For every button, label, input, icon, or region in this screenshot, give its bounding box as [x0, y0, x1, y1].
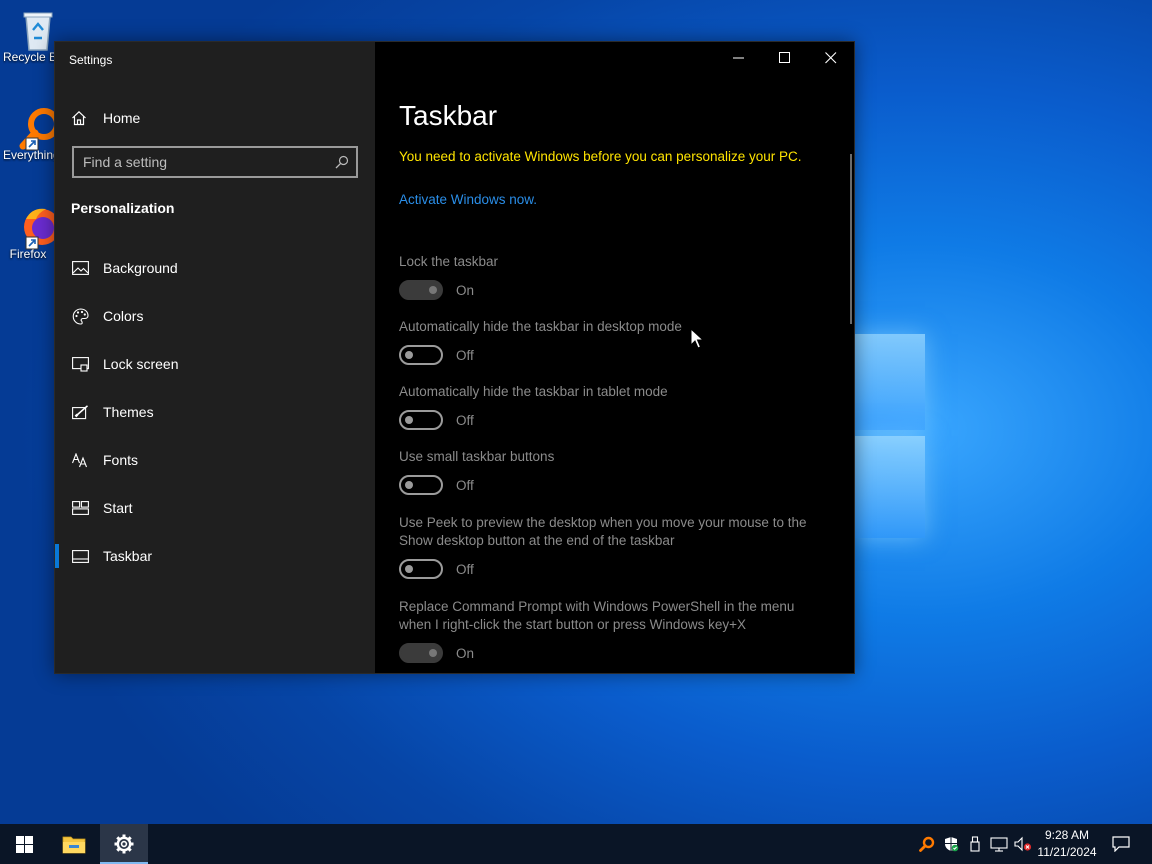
- toggle-state: Off: [456, 412, 474, 428]
- autohide-desktop-toggle[interactable]: [399, 345, 443, 365]
- sidebar-item-taskbar[interactable]: Taskbar: [55, 536, 375, 576]
- sidebar-item-label: Colors: [103, 308, 144, 324]
- network-icon: [990, 837, 1008, 852]
- recycle-bin-icon: [18, 8, 58, 51]
- setting-powershell: Replace Command Prompt with Windows Powe…: [399, 598, 829, 663]
- sidebar-item-background[interactable]: Background: [55, 248, 375, 288]
- settings-content: Taskbar You need to activate Windows bef…: [375, 42, 854, 673]
- taskbar-icon: [71, 549, 89, 563]
- sidebar-item-label: Background: [103, 260, 178, 276]
- sidebar-item-lock-screen[interactable]: Lock screen: [55, 344, 375, 384]
- firefox-icon: [18, 205, 60, 250]
- setting-label: Use small taskbar buttons: [399, 449, 555, 464]
- lock-taskbar-toggle[interactable]: [399, 280, 443, 300]
- setting-small-buttons: Use small taskbar buttons Off: [399, 448, 829, 495]
- content-scrollbar[interactable]: [850, 154, 852, 324]
- window-title: Settings: [69, 53, 113, 67]
- window-controls: [716, 42, 854, 74]
- activation-warning: You need to activate Windows before you …: [399, 149, 802, 164]
- setting-autohide-desktop: Automatically hide the taskbar in deskto…: [399, 318, 829, 365]
- sidebar-item-fonts[interactable]: Fonts: [55, 440, 375, 480]
- everything-search-icon: [919, 836, 935, 852]
- clock-date: 11/21/2024: [1037, 845, 1097, 859]
- sidebar-item-start[interactable]: Start: [55, 488, 375, 528]
- setting-label: Automatically hide the taskbar in deskto…: [399, 319, 682, 334]
- activate-windows-link[interactable]: Activate Windows now.: [399, 192, 537, 207]
- everything-search-icon: [18, 106, 60, 151]
- search-box[interactable]: [72, 146, 358, 178]
- settings-window: Settings Home Personalization Background: [54, 41, 855, 674]
- picture-icon: [71, 261, 89, 275]
- usb-drive-icon: [970, 836, 980, 852]
- lock-screen-icon: [71, 356, 89, 372]
- autohide-tablet-toggle[interactable]: [399, 410, 443, 430]
- taskbar-settings[interactable]: [100, 824, 148, 864]
- page-title: Taskbar: [399, 100, 498, 131]
- folder-icon: [62, 836, 86, 854]
- nav-home-label: Home: [103, 110, 141, 126]
- setting-label: Replace Command Prompt with Windows Powe…: [399, 599, 795, 632]
- taskbar-file-explorer[interactable]: [50, 824, 98, 864]
- tray-usb[interactable]: [964, 824, 986, 864]
- powershell-toggle[interactable]: [399, 643, 443, 663]
- minimize-icon: [733, 57, 744, 59]
- setting-lock-taskbar: Lock the taskbar On: [399, 253, 829, 300]
- close-icon: [825, 52, 837, 64]
- section-title: Personalization: [71, 200, 175, 216]
- toggle-state: On: [456, 282, 475, 298]
- wallpaper-windows-logo: [855, 324, 927, 540]
- toggle-state: On: [456, 645, 475, 661]
- tray-everything[interactable]: [916, 824, 938, 864]
- taskbar: 9:28 AM 11/21/2024: [0, 824, 1152, 864]
- setting-label: Automatically hide the taskbar in tablet…: [399, 384, 668, 399]
- gear-icon: [114, 834, 134, 854]
- tray-network[interactable]: [988, 824, 1010, 864]
- sidebar-item-label: Lock screen: [103, 356, 179, 372]
- sidebar-item-label: Start: [103, 500, 133, 516]
- tray-security[interactable]: [940, 824, 962, 864]
- palette-icon: [71, 307, 89, 325]
- toggle-state: Off: [456, 561, 474, 577]
- peek-toggle[interactable]: [399, 559, 443, 579]
- minimize-button[interactable]: [716, 42, 762, 74]
- close-button[interactable]: [808, 42, 854, 74]
- desktop-icon-label: Recycle Bin: [3, 50, 55, 64]
- setting-peek: Use Peek to preview the desktop when you…: [399, 514, 829, 579]
- small-buttons-toggle[interactable]: [399, 475, 443, 495]
- windows-start-icon: [15, 835, 33, 853]
- search-icon: [335, 155, 349, 174]
- action-center-button[interactable]: [1106, 824, 1136, 864]
- fonts-icon: [71, 452, 89, 468]
- notification-icon: [1112, 836, 1130, 852]
- maximize-button[interactable]: [762, 42, 808, 74]
- setting-label: Use Peek to preview the desktop when you…: [399, 515, 807, 548]
- sidebar-item-label: Taskbar: [103, 548, 153, 564]
- themes-brush-icon: [71, 404, 89, 420]
- sidebar-item-themes[interactable]: Themes: [55, 392, 375, 432]
- shield-icon: [945, 837, 959, 852]
- search-input[interactable]: [74, 148, 356, 176]
- toggle-state: Off: [456, 477, 474, 493]
- sidebar-item-colors[interactable]: Colors: [55, 296, 375, 336]
- settings-sidebar: Settings Home Personalization Background: [55, 42, 375, 673]
- start-button[interactable]: [0, 824, 48, 864]
- setting-autohide-tablet: Automatically hide the taskbar in tablet…: [399, 383, 829, 430]
- taskbar-clock[interactable]: 9:28 AM 11/21/2024: [1028, 827, 1106, 861]
- sidebar-item-label: Themes: [103, 404, 154, 420]
- clock-time: 9:28 AM: [1044, 828, 1090, 842]
- sidebar-item-label: Fonts: [103, 452, 139, 468]
- maximize-icon: [779, 52, 790, 63]
- toggle-state: Off: [456, 347, 474, 363]
- home-icon: [71, 110, 89, 126]
- start-tiles-icon: [71, 501, 89, 515]
- mouse-cursor-icon: [690, 327, 705, 355]
- setting-label: Lock the taskbar: [399, 254, 499, 269]
- nav-home[interactable]: Home: [71, 106, 140, 130]
